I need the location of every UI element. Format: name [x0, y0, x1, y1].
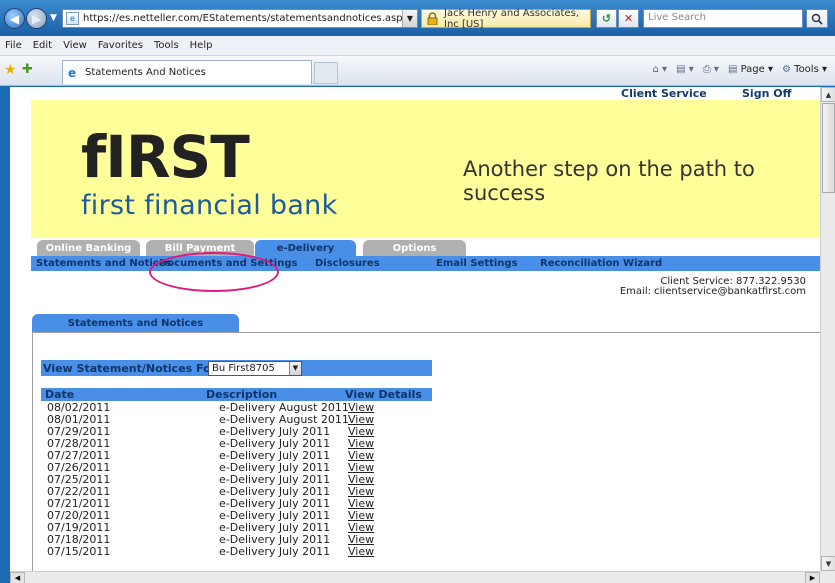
scroll-left-icon[interactable]: ◀ — [10, 572, 25, 583]
command-bar: ⌂ ▾ ▤ ▾ ⎙ ▾ ▤ Page ▾ ⚙ Tools ▾ — [653, 64, 827, 75]
table-row: 07/15/2011 e-Delivery July 2011 View — [41, 545, 432, 558]
table-row: 07/18/2011 e-Delivery July 2011 View — [41, 533, 432, 546]
column-date: Date — [45, 388, 75, 401]
client-service-link[interactable]: Client Service — [621, 87, 707, 100]
table-row: 07/22/2011 e-Delivery July 2011 View — [41, 485, 432, 498]
scroll-thumb[interactable] — [822, 103, 835, 193]
table-row: 07/21/2011 e-Delivery July 2011 View — [41, 497, 432, 510]
lock-icon — [427, 12, 438, 25]
view-for-label: View Statement/Notices For: — [43, 362, 221, 375]
resize-grip[interactable] — [820, 571, 835, 583]
table-row: 07/25/2011 e-Delivery July 2011 View — [41, 473, 432, 486]
menu-view[interactable]: View — [58, 40, 93, 51]
address-dropdown-icon[interactable]: ▼ — [402, 10, 417, 27]
tab-e-delivery[interactable]: e-Delivery — [255, 240, 356, 256]
security-owner: Jack Henry and Associates, Inc [US] — [444, 7, 579, 30]
menu-help[interactable]: Help — [185, 40, 219, 51]
column-view-details: View Details — [345, 388, 422, 401]
table-row: 07/19/2011 e-Delivery July 2011 View — [41, 521, 432, 534]
bank-logo: fIRST — [81, 123, 250, 191]
favorites-star-icon[interactable]: ★ — [4, 62, 17, 78]
back-button[interactable]: ◀ — [4, 8, 25, 29]
refresh-button[interactable]: ↺ — [596, 9, 617, 28]
tab-title: Statements And Notices — [85, 67, 206, 78]
tools-menu[interactable]: ⚙ Tools ▾ — [782, 64, 827, 75]
vertical-scrollbar[interactable]: ▲ ▼ — [820, 87, 835, 571]
table-row: 07/29/2011 e-Delivery July 2011 View — [41, 425, 432, 438]
security-badge[interactable]: Jack Henry and Associates, Inc [US] — [421, 7, 591, 30]
menu-favorites[interactable]: Favorites — [93, 40, 149, 51]
top-links: Client Service Sign Off — [10, 87, 820, 100]
table-row: 07/20/2011 e-Delivery July 2011 View — [41, 509, 432, 522]
add-favorites-icon[interactable]: ✚ — [22, 62, 33, 77]
forward-button[interactable]: ▶ — [26, 8, 47, 29]
feeds-icon[interactable]: ▤ ▾ — [676, 64, 694, 75]
statements-table-header: Date Description View Details — [41, 388, 432, 401]
tab-online-banking[interactable]: Online Banking — [37, 240, 140, 256]
print-icon[interactable]: ⎙ ▾ — [703, 64, 719, 75]
page-menu[interactable]: ▤ Page ▾ — [728, 64, 773, 75]
subnav-email-settings[interactable]: Email Settings — [436, 258, 518, 269]
subnav-disclosures[interactable]: Disclosures — [315, 258, 380, 269]
menu-bar: File Edit View Favorites Tools Help — [0, 36, 835, 56]
ie-icon: e — [68, 66, 77, 80]
scroll-right-icon[interactable]: ▶ — [805, 572, 820, 583]
history-dropdown-icon[interactable]: ▼ — [50, 13, 57, 23]
view-for-bar: View Statement/Notices For: Bu First8705… — [41, 360, 432, 376]
tab-options[interactable]: Options — [363, 240, 466, 256]
view-link[interactable]: View — [348, 545, 374, 558]
search-icon — [811, 13, 823, 25]
table-row: 07/26/2011 e-Delivery July 2011 View — [41, 461, 432, 474]
page-menu-icon: ▤ — [727, 64, 738, 75]
page-viewport: Client Service Sign Off fIRST first fina… — [10, 87, 820, 571]
url-text: https://es.netteller.com/EStatements/sta… — [83, 13, 409, 24]
home-icon[interactable]: ⌂ ▾ — [653, 64, 668, 75]
new-tab-button[interactable] — [314, 62, 338, 84]
header-banner: fIRST first financial bank Another step … — [31, 100, 820, 238]
main-tabs: Online Banking Bill Payment e-Delivery O… — [31, 238, 820, 256]
page-icon: e — [66, 12, 79, 25]
table-row: 08/02/2011 e-Delivery August 2011 View — [41, 401, 432, 414]
tabs-bar: ★ ✚ e Statements And Notices ⌂ ▾ ▤ ▾ ⎙ ▾… — [0, 56, 835, 86]
tagline: Another step on the path to success — [463, 157, 755, 205]
subnav-reconciliation-wizard[interactable]: Reconciliation Wizard — [540, 258, 662, 269]
table-row: 08/01/2011 e-Delivery August 2011 View — [41, 413, 432, 426]
address-bar: ◀ ▶ ▼ e https://es.netteller.com/EStatem… — [0, 0, 835, 36]
search-input[interactable]: Live Search — [643, 9, 803, 28]
horizontal-scrollbar[interactable]: ◀ ▶ — [10, 571, 820, 583]
table-row: 07/28/2011 e-Delivery July 2011 View — [41, 437, 432, 450]
table-row: 07/27/2011 e-Delivery July 2011 View — [41, 449, 432, 462]
stop-button[interactable]: ✕ — [618, 9, 639, 28]
menu-edit[interactable]: Edit — [28, 40, 58, 51]
account-select[interactable]: Bu First8705 ▼ — [208, 361, 302, 376]
row-date: 07/15/2011 — [47, 545, 111, 558]
chevron-down-icon[interactable]: ▼ — [289, 362, 301, 375]
search-button[interactable] — [806, 9, 828, 28]
row-description: e-Delivery July 2011 — [219, 545, 331, 558]
scroll-up-icon[interactable]: ▲ — [821, 87, 835, 102]
menu-tools[interactable]: Tools — [149, 40, 185, 51]
account-select-value: Bu First8705 — [212, 363, 275, 374]
highlight-annotation — [149, 252, 279, 292]
scroll-down-icon[interactable]: ▼ — [821, 556, 835, 571]
bank-name: first financial bank — [81, 190, 338, 221]
column-description: Description — [206, 388, 278, 401]
sign-off-link[interactable]: Sign Off — [742, 87, 792, 100]
menu-file[interactable]: File — [0, 40, 28, 51]
client-service-email: Email: clientservice@bankatfirst.com — [619, 286, 806, 297]
browser-tab-active[interactable]: e Statements And Notices — [62, 60, 312, 84]
address-field[interactable]: e https://es.netteller.com/EStatements/s… — [62, 9, 418, 28]
section-tab-statements[interactable]: Statements and Notices — [32, 314, 239, 332]
gear-icon: ⚙ — [782, 64, 791, 75]
